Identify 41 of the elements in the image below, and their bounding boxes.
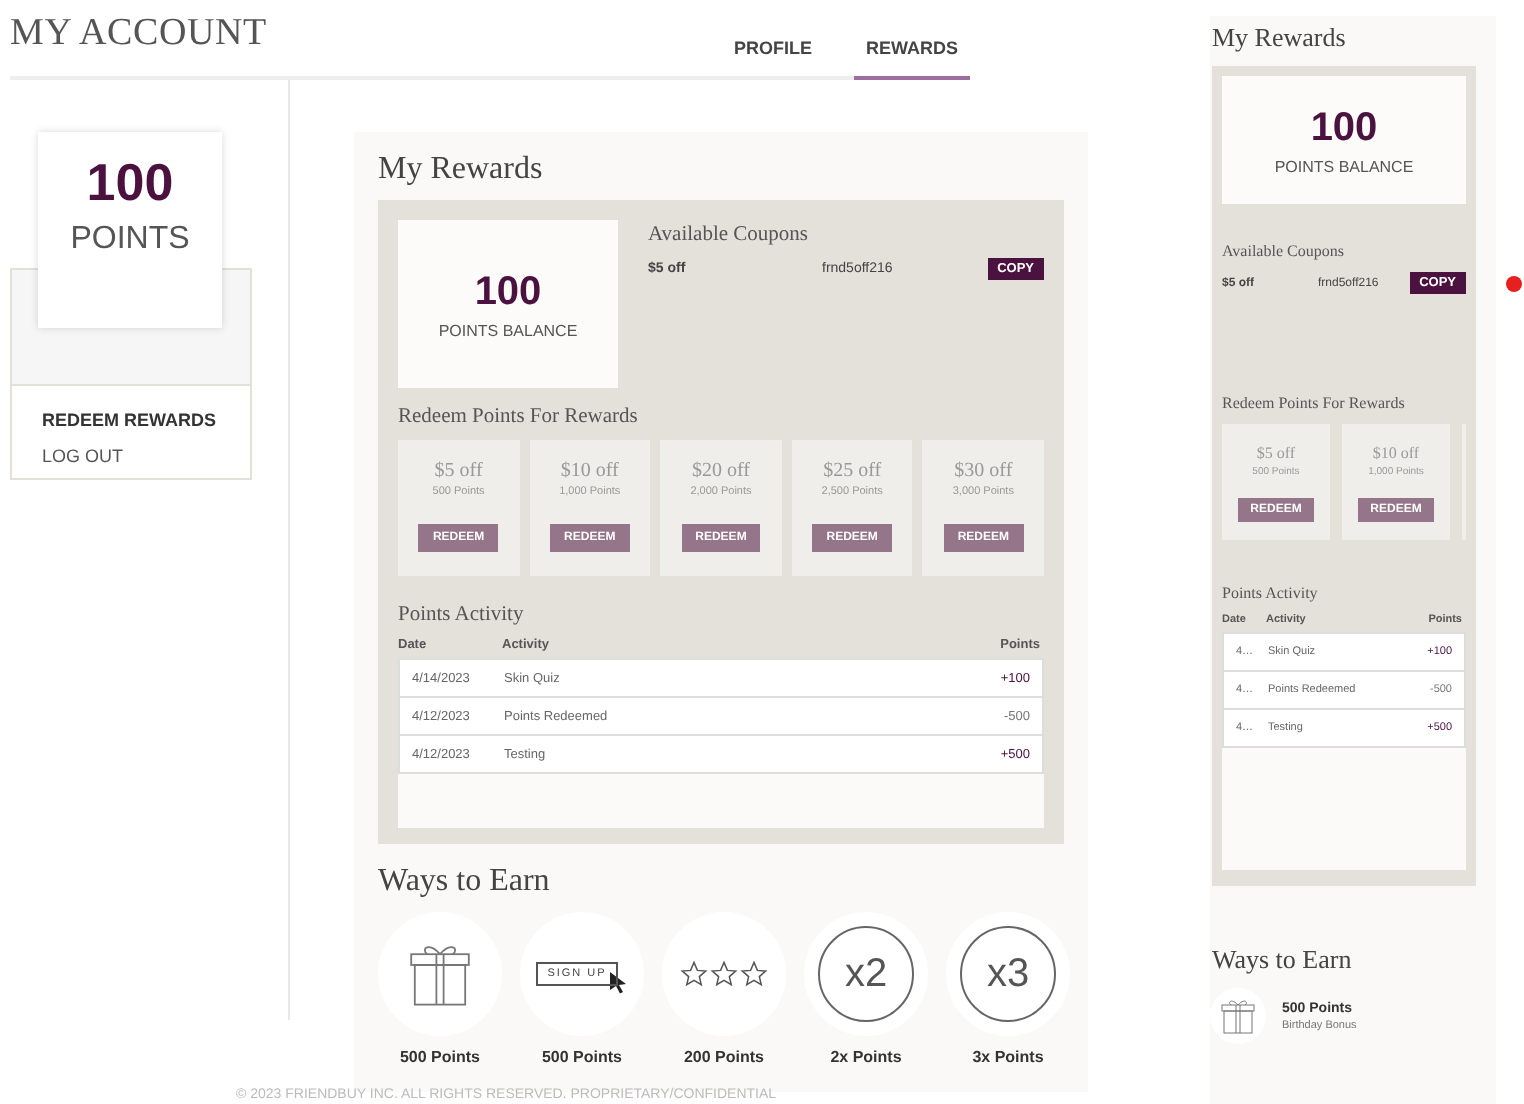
nav-tab[interactable]: REWARDS (853, 0, 970, 80)
reward-title: $10 off (1372, 444, 1420, 462)
nav-tab[interactable]: PROFILE (721, 0, 824, 80)
section-heading: Points Activity (398, 604, 526, 626)
earn-points: 500 Points (541, 1048, 622, 1066)
earn-points: 200 Points (683, 1048, 764, 1066)
section-heading: Available Coupons (648, 224, 811, 246)
status-dot (1506, 276, 1522, 292)
reward-title: $20 off (691, 460, 750, 482)
panel-title: My Rewards (1212, 22, 1348, 54)
section-heading: Points Activity (1222, 584, 1320, 602)
section-heading: Redeem Points For Rewards (398, 406, 640, 428)
cursor-icon (610, 971, 629, 993)
star-icon (680, 960, 708, 988)
reward-title: $25 off (823, 460, 882, 482)
gift-icon (1218, 996, 1258, 1036)
star-icon (710, 960, 738, 988)
earn-points: 500 Points (399, 1048, 480, 1066)
earn-points: 2x Points (830, 1048, 902, 1066)
section-heading: Available Coupons (1222, 242, 1346, 260)
sidebar-link[interactable]: REDEEM REWARDS (42, 410, 217, 430)
section-heading: Redeem Points For Rewards (1222, 394, 1407, 412)
section-title: Ways to Earn (1212, 944, 1354, 976)
sidebar-link[interactable]: LOG OUT (42, 446, 124, 466)
page-title: MY ACCOUNT (10, 12, 267, 56)
points-balance-label: POINTS BALANCE (438, 321, 578, 339)
panel-title: My Rewards (378, 152, 545, 188)
points-value: 100 (86, 152, 174, 214)
points-label: POINTS (70, 222, 190, 258)
reward-title: $5 off (1256, 444, 1296, 462)
section-title: Ways to Earn (378, 864, 552, 900)
star-icon (740, 960, 768, 988)
reward-title: $10 off (560, 460, 619, 482)
points-balance-value: 100 (1310, 105, 1378, 151)
multiplier-icon: x2 (818, 926, 914, 1022)
reward-title: $30 off (954, 460, 1013, 482)
reward-title: $5 off (434, 460, 483, 482)
points-balance-label: POINTS BALANCE (1274, 157, 1414, 175)
points-balance-value: 100 (474, 269, 542, 315)
earn-points: 3x Points (972, 1048, 1044, 1066)
multiplier-icon: x3 (960, 926, 1056, 1022)
